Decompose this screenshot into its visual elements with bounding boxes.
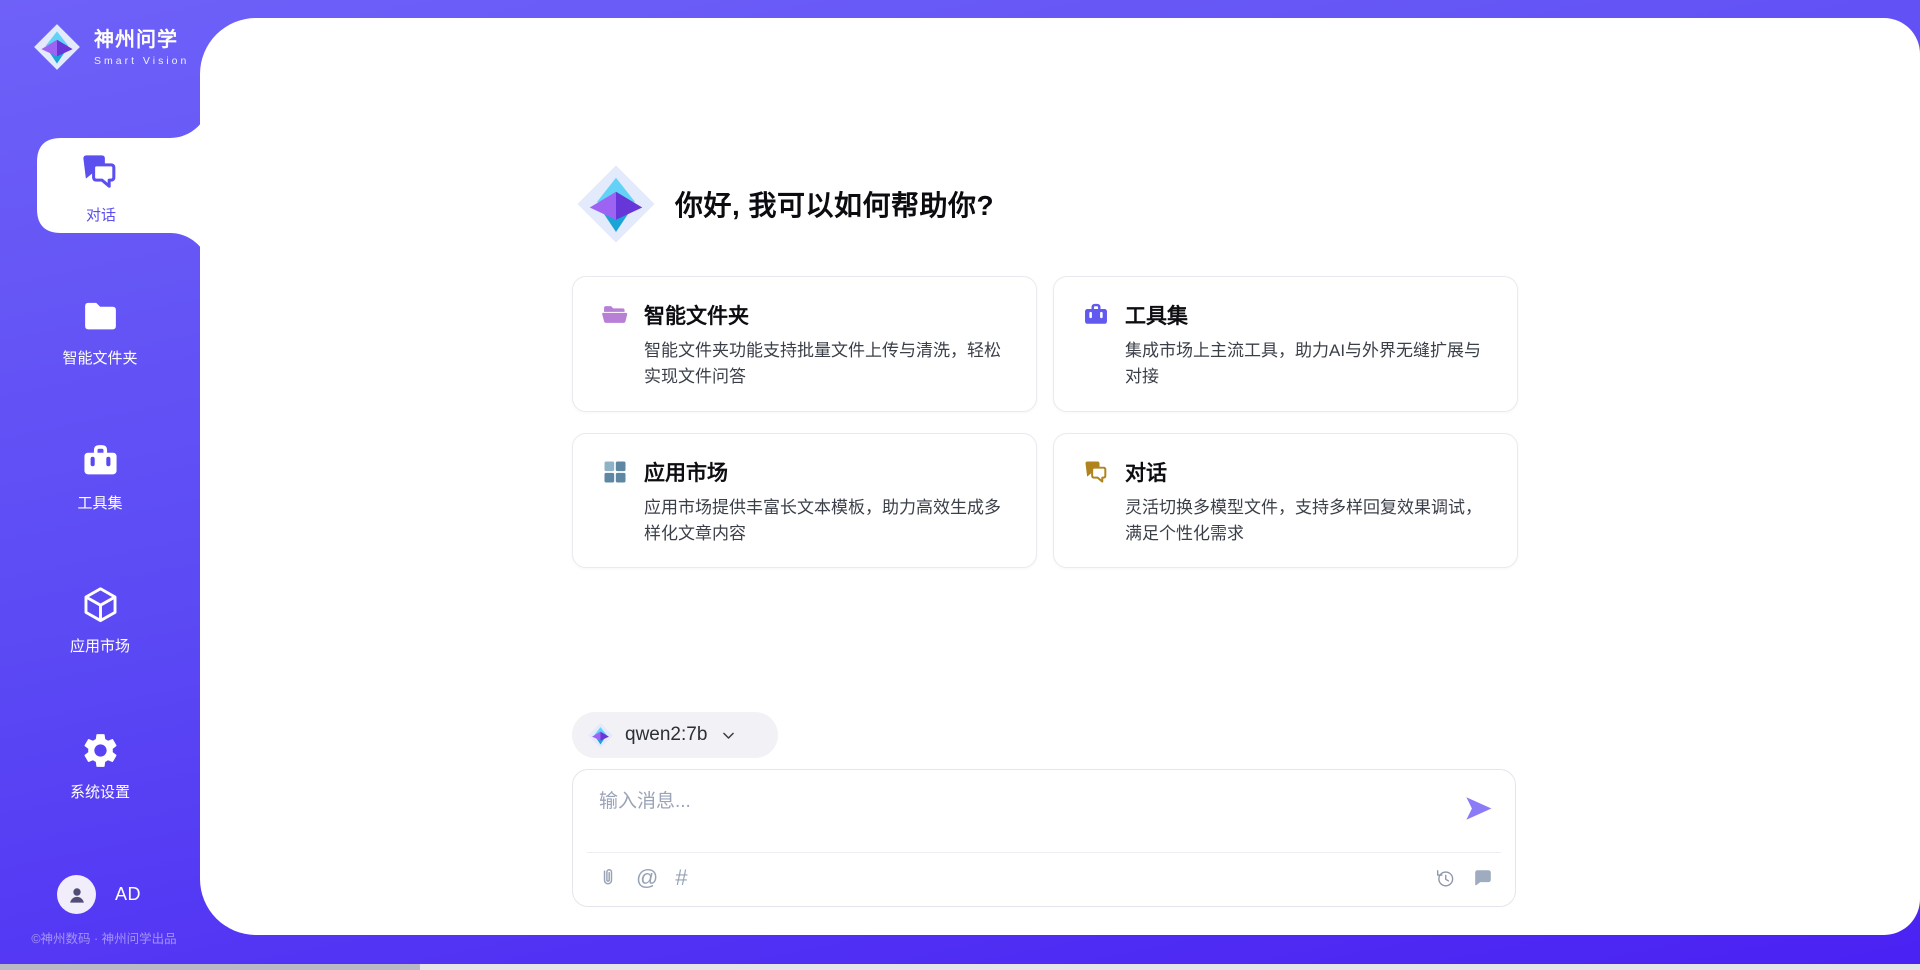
copyright-text: ©神州数码 · 神州问学出品 xyxy=(8,928,200,947)
model-name: qwen2:7b xyxy=(625,724,707,746)
brand-gem-icon xyxy=(32,22,82,72)
greeting-block: 你好, 我可以如何帮助你? xyxy=(574,162,994,246)
horizontal-scrollbar-track[interactable] xyxy=(0,964,1920,970)
sidebar-item-settings[interactable]: 系统设置 xyxy=(0,730,200,802)
sidebar-item-app-market[interactable]: 应用市场 xyxy=(0,584,200,656)
message-input[interactable] xyxy=(597,784,1451,846)
brand-name: 神州问学 xyxy=(94,28,189,53)
sidebar-item-toolset[interactable]: 工具集 xyxy=(0,441,200,513)
composer-divider xyxy=(587,852,1501,853)
card-description: 集成市场上主流工具，助力AI与外界无缝扩展与对接 xyxy=(1125,338,1491,391)
chevron-down-icon xyxy=(720,727,737,744)
folder-open-icon xyxy=(601,301,629,329)
composer-right-toolbar xyxy=(1434,867,1494,889)
composer-toolbar: @ # xyxy=(597,867,688,889)
card-title: 智能文件夹 xyxy=(644,300,749,330)
sidebar-item-label: 应用市场 xyxy=(0,635,200,656)
paperclip-icon[interactable] xyxy=(597,867,619,889)
card-title: 工具集 xyxy=(1125,300,1188,330)
grid-icon xyxy=(601,458,629,486)
card-description: 智能文件夹功能支持批量文件上传与清洗，轻松实现文件问答 xyxy=(644,338,1010,391)
message-icon[interactable] xyxy=(1472,867,1494,889)
avatar xyxy=(57,875,96,914)
brand-subtitle: Smart Vision xyxy=(94,55,189,67)
mention-icon[interactable]: @ xyxy=(636,867,658,889)
toolbox-icon xyxy=(80,441,121,482)
sidebar-item-label: 智能文件夹 xyxy=(0,347,200,368)
send-icon xyxy=(1463,793,1494,824)
horizontal-scrollbar-thumb[interactable] xyxy=(0,964,420,970)
model-gem-icon xyxy=(587,722,614,749)
card-chat[interactable]: 对话 灵活切换多模型文件，支持多样回复效果调试，满足个性化需求 xyxy=(1053,433,1518,569)
gear-icon xyxy=(80,730,121,771)
card-title: 对话 xyxy=(1125,457,1167,487)
sidebar-item-smart-folder[interactable]: 智能文件夹 xyxy=(0,296,200,368)
sidebar-item-label: 系统设置 xyxy=(0,781,200,802)
toolbox-icon xyxy=(1082,301,1110,329)
card-title: 应用市场 xyxy=(644,457,728,487)
chat-icon xyxy=(1082,458,1110,486)
card-app-market[interactable]: 应用市场 应用市场提供丰富长文本模板，助力高效生成多样化文章内容 xyxy=(572,433,1037,569)
card-toolset[interactable]: 工具集 集成市场上主流工具，助力AI与外界无缝扩展与对接 xyxy=(1053,276,1518,412)
hashtag-icon[interactable]: # xyxy=(675,867,687,889)
person-icon xyxy=(65,883,89,907)
brand-gem-icon xyxy=(574,162,658,246)
send-button[interactable] xyxy=(1463,793,1494,824)
folder-icon xyxy=(80,296,121,337)
message-composer: @ # xyxy=(572,769,1516,907)
sidebar-item-chat[interactable]: 对话 xyxy=(37,204,165,225)
cube-icon xyxy=(80,584,121,625)
app-logo: 神州问学 Smart Vision xyxy=(32,22,189,72)
model-selector[interactable]: qwen2:7b xyxy=(572,712,778,758)
chat-icon xyxy=(78,150,121,193)
history-icon[interactable] xyxy=(1434,867,1456,889)
card-smart-folder[interactable]: 智能文件夹 智能文件夹功能支持批量文件上传与清洗，轻松实现文件问答 xyxy=(572,276,1037,412)
feature-cards: 智能文件夹 智能文件夹功能支持批量文件上传与清洗，轻松实现文件问答 工具集 集成… xyxy=(572,276,1518,568)
sidebar-item-label: 工具集 xyxy=(0,492,200,513)
sidebar-active-tab-background[interactable] xyxy=(37,98,210,283)
card-description: 灵活切换多模型文件，支持多样回复效果调试，满足个性化需求 xyxy=(1125,495,1491,548)
user-account[interactable]: AD xyxy=(57,875,141,914)
user-initials: AD xyxy=(115,884,141,905)
greeting-title: 你好, 我可以如何帮助你? xyxy=(675,184,994,224)
card-description: 应用市场提供丰富长文本模板，助力高效生成多样化文章内容 xyxy=(644,495,1010,548)
